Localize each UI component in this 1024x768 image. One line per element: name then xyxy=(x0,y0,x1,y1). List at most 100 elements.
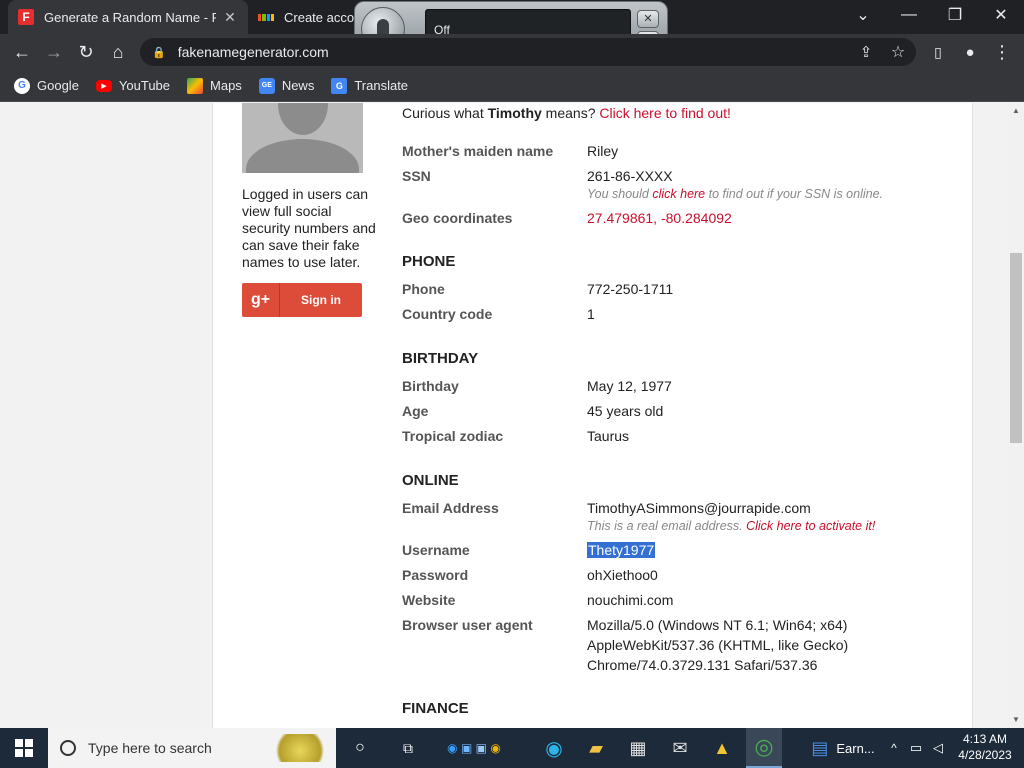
windows-start-icon[interactable] xyxy=(0,728,48,768)
home-icon[interactable]: ⌂ xyxy=(106,40,130,64)
clock-time: 4:13 AM xyxy=(962,732,1008,746)
search-placeholder: Type here to search xyxy=(88,740,212,756)
task-view-icon[interactable]: ⧉ xyxy=(392,728,424,768)
finance-section-heading: FINANCE xyxy=(402,700,469,717)
taskbar-search-input[interactable]: Type here to search xyxy=(48,728,336,768)
online-section-heading: ONLINE xyxy=(402,472,459,489)
network-icon[interactable]: ▭ xyxy=(906,728,926,768)
ssn-check-link[interactable]: click here xyxy=(652,187,705,201)
tab-create-account[interactable]: Create accou xyxy=(252,0,362,34)
restore-icon[interactable]: ❐ xyxy=(932,0,978,30)
speech-close-icon[interactable]: ✕ xyxy=(637,10,659,28)
vertical-scrollbar[interactable]: ▲ ▼ xyxy=(1008,103,1024,728)
signin-label: Sign in xyxy=(301,293,341,307)
scrollbar-thumb[interactable] xyxy=(1010,253,1022,443)
microsoft-favicon-icon xyxy=(258,9,274,25)
bookmark-news[interactable]: GE News xyxy=(258,77,314,94)
menu-icon[interactable]: ⋮ xyxy=(990,40,1014,64)
geo-link[interactable]: 27.479861, -80.284092 xyxy=(587,210,732,226)
bookmark-label: Maps xyxy=(210,78,242,93)
taskbar-app-word[interactable]: ▤ Earn... xyxy=(800,728,886,768)
taskbar-clock[interactable]: 4:13 AM 4/28/2023 xyxy=(952,731,1018,763)
birthday-section-heading: BIRTHDAY xyxy=(402,350,479,367)
side-panel-icon[interactable]: ▯ xyxy=(926,40,950,64)
search-icon xyxy=(60,740,76,756)
maiden-name-label: Mother's maiden name xyxy=(402,143,554,159)
tab-title: Create accou xyxy=(284,9,356,25)
show-hidden-icons-icon[interactable]: ^ xyxy=(886,728,902,768)
maiden-name-value: Riley xyxy=(587,143,619,159)
file-explorer-icon[interactable]: ▰ xyxy=(580,728,612,768)
store-icon[interactable]: ▦ xyxy=(622,728,654,768)
ssn-note-text: You should xyxy=(587,187,653,201)
user-agent-label: Browser user agent xyxy=(402,617,533,633)
email-note: This is a real email address. Click here… xyxy=(587,519,875,533)
geo-label: Geo coordinates xyxy=(402,210,513,226)
age-label: Age xyxy=(402,403,429,419)
chrome-taskbar-icon[interactable]: ◎ xyxy=(746,728,782,768)
cortana-icon[interactable]: ○ xyxy=(344,728,376,768)
volume-icon[interactable]: ◁ xyxy=(928,728,948,768)
back-icon[interactable]: ← xyxy=(10,40,34,64)
windows-taskbar: Type here to search ○ ⧉ ◉ ▣ ▣ ◉ ◉ ▰ ▦ ✉ … xyxy=(0,728,1024,768)
profile-icon[interactable]: ● xyxy=(958,40,982,64)
zodiac-value: Taurus xyxy=(587,428,630,444)
browser-toolbar: ← → ↻ ⌂ 🔒 fakenamegenerator.com ⇪ ☆ ▯ ● … xyxy=(0,34,1024,70)
bookmarks-bar: G Google ▶ YouTube Maps GE News G Transl… xyxy=(0,70,1024,102)
address-bar[interactable]: 🔒 fakenamegenerator.com xyxy=(140,38,916,66)
activate-email-link[interactable]: Click here to activate it! xyxy=(746,519,875,533)
username-selected-text: Thety1977 xyxy=(587,542,656,558)
share-icon[interactable]: ⇪ xyxy=(854,40,878,64)
curious-prefix: Curious what xyxy=(402,105,488,121)
google-plus-icon: g+ xyxy=(242,283,280,317)
lock-icon: 🔒 xyxy=(152,46,166,59)
close-window-icon[interactable]: ✕ xyxy=(978,0,1024,30)
ssn-label: SSN xyxy=(402,168,431,184)
name-meaning-line: Curious what Timothy means? Click here t… xyxy=(402,105,731,121)
translate-icon: G xyxy=(331,77,348,94)
birthday-value: May 12, 1977 xyxy=(587,378,672,394)
scroll-down-icon[interactable]: ▼ xyxy=(1008,712,1024,728)
pinned-apps-icon[interactable]: ◉ ▣ ▣ ◉ xyxy=(432,728,516,768)
website-label: Website xyxy=(402,592,456,608)
user-agent-line: Mozilla/5.0 (Windows NT 6.1; Win64; x64) xyxy=(587,617,848,633)
bookmark-maps[interactable]: Maps xyxy=(187,77,242,94)
word-icon: ▤ xyxy=(811,737,829,758)
google-icon: G xyxy=(14,77,30,94)
edge-icon[interactable]: ◉ xyxy=(538,728,570,768)
ssn-note-text: to find out if your SSN is online. xyxy=(705,187,884,201)
avatar xyxy=(242,103,363,173)
mail-icon[interactable]: ✉ xyxy=(664,728,696,768)
tab-search-chevron-icon[interactable]: ⌄ xyxy=(840,0,886,30)
user-agent-line: Chrome/74.0.3729.131 Safari/537.36 xyxy=(587,657,818,673)
age-value: 45 years old xyxy=(587,403,664,419)
bookmark-star-icon[interactable]: ☆ xyxy=(886,40,910,64)
password-value: ohXiethoo0 xyxy=(587,567,658,583)
maps-icon xyxy=(187,77,204,94)
documents-icon[interactable]: ▲ xyxy=(706,728,738,768)
bookmark-google[interactable]: G Google xyxy=(14,77,79,94)
google-signin-button[interactable]: g+ Sign in xyxy=(242,283,362,317)
minimize-icon[interactable]: — xyxy=(886,0,932,30)
bookmark-youtube[interactable]: ▶ YouTube xyxy=(95,78,170,93)
first-name: Timothy xyxy=(487,105,542,121)
ssn-note: You should click here to find out if you… xyxy=(587,187,883,201)
forward-icon[interactable]: → xyxy=(42,40,66,64)
bookmark-label: Google xyxy=(37,78,79,93)
reload-icon[interactable]: ↻ xyxy=(74,40,98,64)
search-highlight-icon xyxy=(270,734,330,762)
name-meaning-link[interactable]: Click here to find out! xyxy=(599,105,731,121)
tab-fakenamegenerator[interactable]: F Generate a Random Name - Fake ✕ xyxy=(8,0,248,34)
scroll-up-icon[interactable]: ▲ xyxy=(1008,103,1024,119)
tab-close-icon[interactable]: ✕ xyxy=(222,9,238,26)
taskbar-app-label: Earn... xyxy=(836,740,875,756)
url-text: fakenamegenerator.com xyxy=(177,44,329,60)
zodiac-label: Tropical zodiac xyxy=(402,428,504,444)
logged-in-note: Logged in users can view full social sec… xyxy=(242,186,376,270)
curious-middle: means? xyxy=(541,105,600,121)
password-label: Password xyxy=(402,567,469,583)
user-agent-line: AppleWebKit/537.36 (KHTML, like Gecko) xyxy=(587,637,849,653)
bookmark-translate[interactable]: G Translate xyxy=(331,77,408,94)
phone-value: 772-250-1711 xyxy=(587,281,674,297)
fakenamegenerator-favicon-icon: F xyxy=(18,9,34,25)
